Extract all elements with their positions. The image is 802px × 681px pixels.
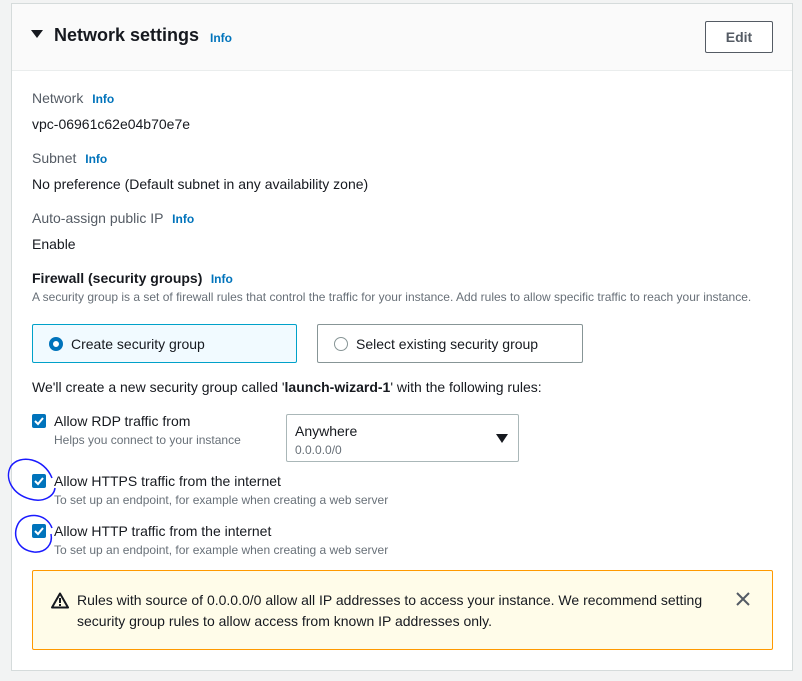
firewall-info-link[interactable]: Info [211, 272, 233, 286]
auto-ip-label-text: Auto-assign public IP [32, 210, 164, 226]
dropdown-arrow-icon [496, 434, 508, 443]
create-security-group-option[interactable]: Create security group [32, 324, 297, 363]
panel-header: Network settings Info Edit [12, 4, 792, 71]
network-label-text: Network [32, 90, 84, 106]
rdp-rule-desc: Helps you connect to your instance [54, 433, 241, 447]
create-group-sentence: We'll create a new security group called… [32, 379, 542, 395]
network-info-link[interactable]: Info [92, 92, 114, 106]
create-radio[interactable] [49, 337, 63, 351]
firewall-title: Firewall (security groups) [32, 270, 203, 286]
https-rule-desc: To set up an endpoint, for example when … [54, 493, 389, 507]
rdp-checkbox[interactable] [32, 414, 46, 428]
select-existing-group-option[interactable]: Select existing security group [317, 324, 583, 363]
source-select-sub: 0.0.0.0/0 [295, 443, 342, 457]
check-icon [34, 417, 44, 426]
firewall-heading: Firewall (security groups) Info [32, 270, 233, 288]
subnet-info-link[interactable]: Info [85, 152, 107, 166]
warning-text: Rules with source of 0.0.0.0/0 allow all… [77, 592, 703, 629]
create-prefix: We'll create a new security group called… [32, 379, 285, 395]
warning-triangle-icon [51, 592, 69, 609]
create-suffix: ' with the following rules: [390, 379, 542, 395]
collapse-caret-icon[interactable] [31, 30, 43, 38]
auto-ip-value: Enable [32, 236, 76, 252]
check-icon [34, 527, 44, 536]
http-rule-title: Allow HTTP traffic from the internet [54, 523, 272, 539]
group-name: launch-wizard-1 [284, 379, 391, 395]
source-select[interactable]: Anywhere 0.0.0.0/0 [286, 414, 519, 462]
select-existing-option-label: Select existing security group [356, 336, 539, 352]
rdp-rule-title: Allow RDP traffic from [54, 413, 191, 429]
subnet-label: Subnet Info [32, 150, 107, 166]
header-info-link[interactable]: Info [210, 31, 232, 45]
source-select-value: Anywhere [295, 423, 358, 439]
https-rule-title: Allow HTTPS traffic from the internet [54, 473, 281, 489]
warning-alert: Rules with source of 0.0.0.0/0 allow all… [32, 570, 773, 650]
auto-ip-label: Auto-assign public IP Info [32, 210, 194, 226]
https-checkbox[interactable] [32, 474, 46, 488]
http-checkbox[interactable] [32, 524, 46, 538]
http-rule-desc: To set up an endpoint, for example when … [54, 543, 389, 557]
network-label: Network Info [32, 90, 114, 106]
panel-title: Network settings [54, 25, 200, 45]
check-icon [34, 477, 44, 486]
subnet-value: No preference (Default subnet in any ava… [32, 176, 369, 192]
auto-ip-info-link[interactable]: Info [172, 212, 194, 226]
firewall-description: A security group is a set of firewall ru… [32, 290, 752, 304]
edit-button[interactable]: Edit [705, 21, 773, 53]
network-value: vpc-06961c62e04b70e7e [32, 116, 191, 132]
create-option-label: Create security group [71, 336, 205, 352]
select-existing-radio[interactable] [334, 337, 348, 351]
subnet-label-text: Subnet [32, 150, 77, 166]
close-icon[interactable] [735, 591, 751, 607]
